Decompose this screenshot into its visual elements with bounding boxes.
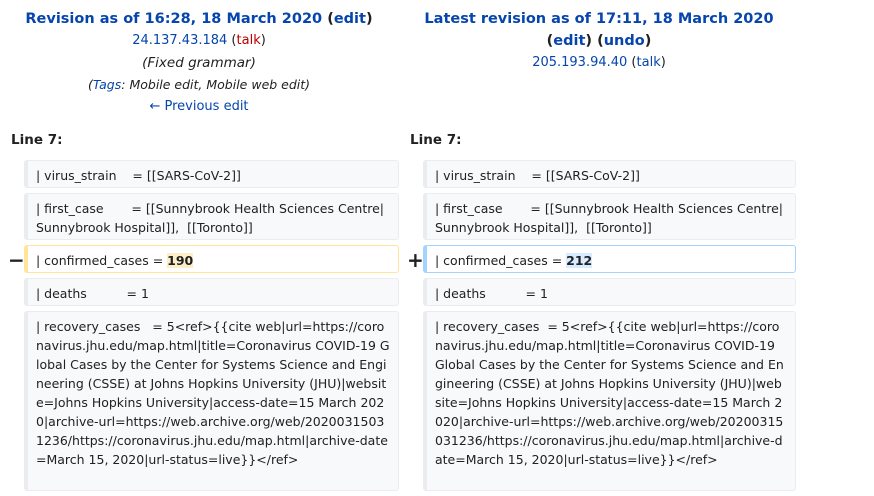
previous-edit-row: ← Previous edit bbox=[0, 96, 398, 118]
minus-marker: − bbox=[8, 248, 25, 272]
left-tags: (Tags: Mobile edit, Mobile web edit) bbox=[87, 77, 311, 92]
left-line-number: Line 7: bbox=[11, 132, 63, 148]
left-edit-summary: (Fixed grammar) bbox=[142, 55, 256, 71]
deleted-value: 190 bbox=[167, 253, 194, 268]
right-added-confirmed-cases: | confirmed_cases = 212 bbox=[423, 245, 796, 273]
added-value: 212 bbox=[566, 253, 593, 268]
left-context-first-case: | first_case = [[Sunnybrook Health Scien… bbox=[24, 193, 399, 240]
right-revision-title-row: Latest revision as of 17:11, 18 March 20… bbox=[400, 8, 798, 30]
left-edit-link[interactable]: edit bbox=[334, 11, 366, 27]
left-revision-title-link[interactable]: Revision as of 16:28, 18 March 2020 bbox=[25, 11, 322, 27]
right-revision-header: Latest revision as of 17:11, 18 March 20… bbox=[400, 8, 798, 74]
left-revision-header: Revision as of 16:28, 18 March 2020 (edi… bbox=[0, 8, 398, 118]
confirmed-cases-prefix: | confirmed_cases = bbox=[435, 253, 567, 268]
right-talk-link[interactable]: talk bbox=[637, 55, 661, 70]
confirmed-cases-prefix: | confirmed_cases = bbox=[36, 253, 168, 268]
left-context-deaths: | deaths = 1 bbox=[24, 278, 399, 306]
tags-link[interactable]: Tags bbox=[93, 77, 121, 92]
right-context-deaths: | deaths = 1 bbox=[423, 278, 796, 306]
previous-edit-link[interactable]: ← Previous edit bbox=[149, 99, 248, 114]
left-user-row: 24.137.43.184 (talk) bbox=[132, 33, 266, 48]
right-revision-title-link[interactable]: Latest revision as of 17:11, 18 March 20… bbox=[424, 11, 773, 27]
left-user-link[interactable]: 24.137.43.184 bbox=[132, 33, 227, 48]
right-context-virus-strain: | virus_strain = [[SARS-CoV-2]] bbox=[423, 160, 796, 188]
left-context-recovery-cases: | recovery_cases = 5<ref>{{cite web|url=… bbox=[24, 311, 399, 491]
left-talk-link[interactable]: talk bbox=[237, 33, 261, 48]
right-line-number: Line 7: bbox=[410, 132, 462, 148]
undo-link[interactable]: undo bbox=[604, 33, 645, 49]
right-user-link[interactable]: 205.193.94.40 bbox=[532, 55, 627, 70]
right-user-row: 205.193.94.40 (talk) bbox=[532, 55, 666, 70]
right-edit-link[interactable]: edit bbox=[553, 33, 585, 49]
left-deleted-confirmed-cases: | confirmed_cases = 190 bbox=[24, 245, 399, 273]
right-context-first-case: | first_case = [[Sunnybrook Health Scien… bbox=[423, 193, 796, 240]
right-context-recovery-cases: | recovery_cases = 5<ref>{{cite web|url=… bbox=[423, 311, 796, 491]
left-context-virus-strain: | virus_strain = [[SARS-CoV-2]] bbox=[24, 160, 399, 188]
left-revision-title-row: Revision as of 16:28, 18 March 2020 (edi… bbox=[25, 11, 373, 27]
plus-marker: + bbox=[407, 248, 424, 272]
right-actions-row: (edit) (undo) bbox=[546, 33, 652, 49]
